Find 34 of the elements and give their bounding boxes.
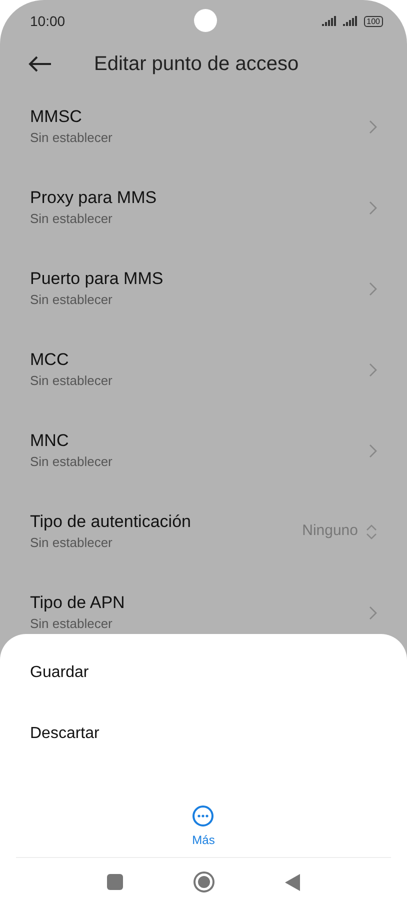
signal-icon (342, 16, 360, 26)
setting-title: Tipo de autenticación (30, 511, 192, 533)
menu-option[interactable]: Descartar (0, 703, 407, 764)
setting-value: Sin establecer (30, 210, 114, 228)
setting-title: Tipo de APN (30, 592, 126, 614)
chevron-icon (369, 606, 377, 620)
more-button[interactable]: Más (192, 805, 215, 849)
chevron-icon (369, 200, 377, 214)
updown-icon (366, 524, 377, 540)
home-icon[interactable] (193, 871, 215, 893)
setting-title: MCC (30, 349, 70, 371)
chevron-icon (369, 362, 377, 376)
setting-value: Sin establecer (30, 453, 114, 471)
page-title: Editar punto de acceso (94, 52, 299, 77)
chevron-icon (369, 120, 377, 134)
status-time: 10:00 (30, 12, 66, 30)
chevron-icon (369, 444, 377, 458)
setting-value: Sin establecer (30, 291, 114, 309)
back-icon[interactable] (28, 56, 52, 72)
setting-value: Sin establecer (30, 129, 114, 147)
setting-value: Sin establecer (30, 615, 114, 633)
setting-title: Puerto para MMS (30, 268, 164, 290)
camera-cutout (194, 9, 217, 32)
setting-title: MNC (30, 430, 70, 452)
chevron-icon (369, 282, 377, 296)
setting-value: Sin establecer (30, 372, 114, 390)
menu-option[interactable]: Guardar (0, 642, 407, 703)
setting-title: Proxy para MMS (30, 187, 158, 209)
recents-icon[interactable] (107, 874, 123, 890)
signal-icon (322, 16, 339, 26)
back-icon[interactable] (285, 874, 300, 890)
battery-level: 100 (364, 16, 383, 26)
setting-value: Sin establecer (30, 534, 114, 552)
setting-title: MMSC (30, 106, 83, 128)
